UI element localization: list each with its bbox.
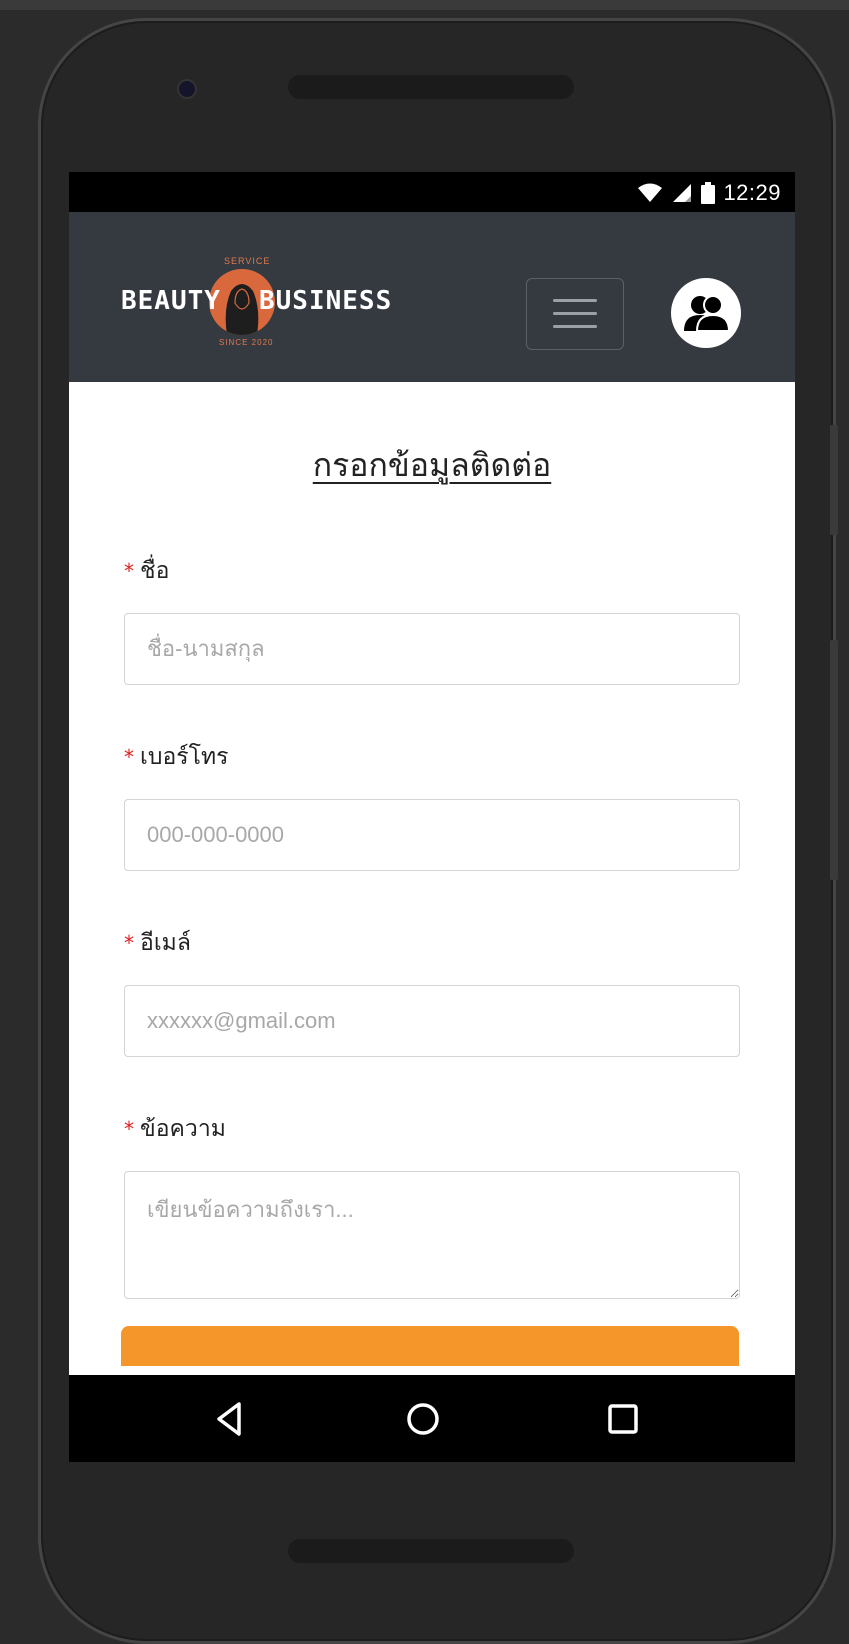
brand-logo[interactable]: SERVICE BEAUTY BUSINESS SINCE 2020 — [121, 250, 401, 354]
message-textarea[interactable] — [124, 1171, 740, 1299]
phone-screen: 12:29 SERVICE BEAUTY BUSINESS SINCE 2020 — [69, 172, 795, 1462]
field-label: * ชื่อ — [124, 553, 740, 589]
field-label: * เบอร์โทร — [124, 739, 740, 775]
home-icon — [407, 1403, 439, 1435]
phone-label: เบอร์โทร — [140, 744, 229, 770]
signal-icon — [673, 184, 692, 202]
hamburger-menu-button[interactable] — [526, 278, 624, 350]
back-icon — [217, 1402, 241, 1436]
required-marker: * — [124, 1117, 134, 1141]
battery-icon — [701, 182, 716, 204]
required-marker: * — [124, 559, 134, 583]
form-title: กรอกข้อมูลติดต่อ — [312, 446, 552, 484]
brand-tagline-bottom: SINCE 2020 — [219, 338, 274, 347]
name-label: ชื่อ — [140, 558, 170, 584]
window-top-strip — [0, 0, 849, 10]
message-field-group: * ข้อความ — [124, 1111, 740, 1299]
top-navbar: SERVICE BEAUTY BUSINESS SINCE 2020 — [69, 212, 795, 382]
hamburger-line — [553, 312, 597, 315]
email-label: อีเมล์ — [140, 930, 191, 956]
phone-field-group: * เบอร์โทร — [124, 739, 740, 871]
field-label: * ข้อความ — [124, 1111, 740, 1147]
email-input[interactable] — [124, 985, 740, 1057]
users-icon — [684, 295, 730, 332]
earpiece-speaker — [288, 75, 574, 99]
status-bar: 12:29 — [69, 172, 795, 212]
brand-word-left: BEAUTY — [121, 286, 221, 316]
brand-word-right: BUSINESS — [259, 286, 393, 316]
hamburger-menu-icon — [553, 299, 597, 302]
home-button[interactable] — [401, 1397, 445, 1441]
name-field-group: * ชื่อ — [124, 553, 740, 685]
back-button[interactable] — [207, 1397, 251, 1441]
system-navigation-bar — [69, 1375, 795, 1462]
bottom-speaker — [288, 1539, 574, 1563]
submit-button[interactable] — [121, 1326, 739, 1366]
email-field-group: * อีเมล์ — [124, 925, 740, 1057]
phone-input[interactable] — [124, 799, 740, 871]
message-label: ข้อความ — [140, 1116, 226, 1142]
power-button — [830, 425, 838, 535]
required-marker: * — [124, 931, 134, 955]
hamburger-line — [553, 325, 597, 328]
recents-button[interactable] — [601, 1397, 645, 1441]
status-time: 12:29 — [723, 180, 781, 205]
volume-button — [830, 640, 838, 880]
wifi-icon — [638, 183, 663, 202]
required-marker: * — [124, 745, 134, 769]
recents-icon — [608, 1404, 638, 1434]
brand-tagline-top: SERVICE — [224, 256, 271, 266]
field-label: * อีเมล์ — [124, 925, 740, 961]
front-camera — [177, 79, 197, 99]
contact-form: กรอกข้อมูลติดต่อ *ชื่อ *เบอร์โทร *อีเมล์… — [69, 440, 795, 1299]
users-account-button[interactable] — [671, 278, 741, 348]
name-input[interactable] — [124, 613, 740, 685]
